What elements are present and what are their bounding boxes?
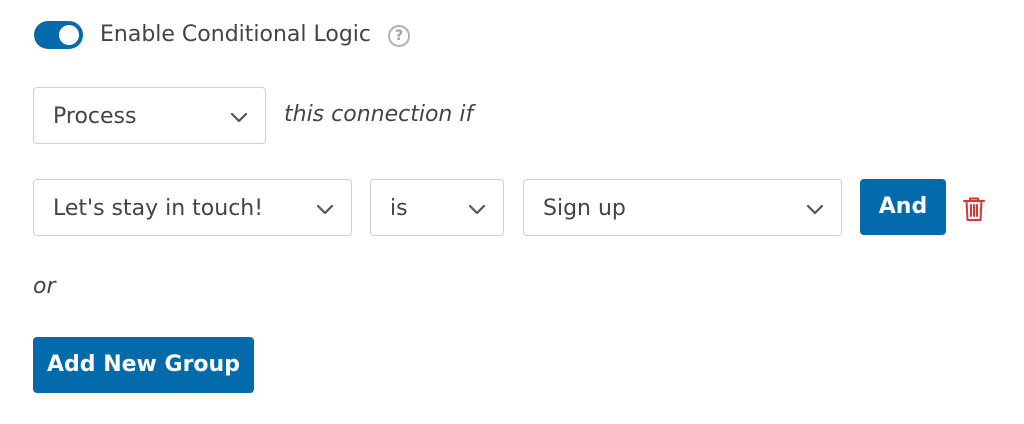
action-select[interactable]: Process — [33, 87, 266, 144]
chevron-down-icon — [806, 204, 824, 215]
chevron-down-icon — [468, 204, 486, 215]
operator-select-value: is — [390, 196, 408, 221]
operator-select[interactable]: is — [370, 179, 504, 236]
toggle-knob — [59, 25, 79, 45]
toggle-label: Enable Conditional Logic — [100, 22, 372, 47]
add-new-group-button[interactable]: Add New Group — [33, 337, 254, 393]
help-icon[interactable]: ? — [388, 25, 410, 47]
action-select-value: Process — [53, 104, 137, 129]
and-button[interactable]: And — [860, 179, 946, 235]
chevron-down-icon — [316, 204, 334, 215]
field-select-value: Let's stay in touch! — [53, 196, 264, 221]
connection-condition-text: this connection if — [284, 102, 474, 127]
conditional-logic-panel: Enable Conditional Logic ? Process this … — [0, 0, 1024, 424]
value-select-value: Sign up — [543, 196, 626, 221]
or-label: or — [33, 274, 56, 299]
field-select[interactable]: Let's stay in touch! — [33, 179, 352, 236]
conditional-logic-toggle[interactable] — [34, 21, 83, 49]
trash-icon[interactable] — [962, 196, 986, 222]
value-select[interactable]: Sign up — [523, 179, 842, 236]
chevron-down-icon — [230, 112, 248, 123]
